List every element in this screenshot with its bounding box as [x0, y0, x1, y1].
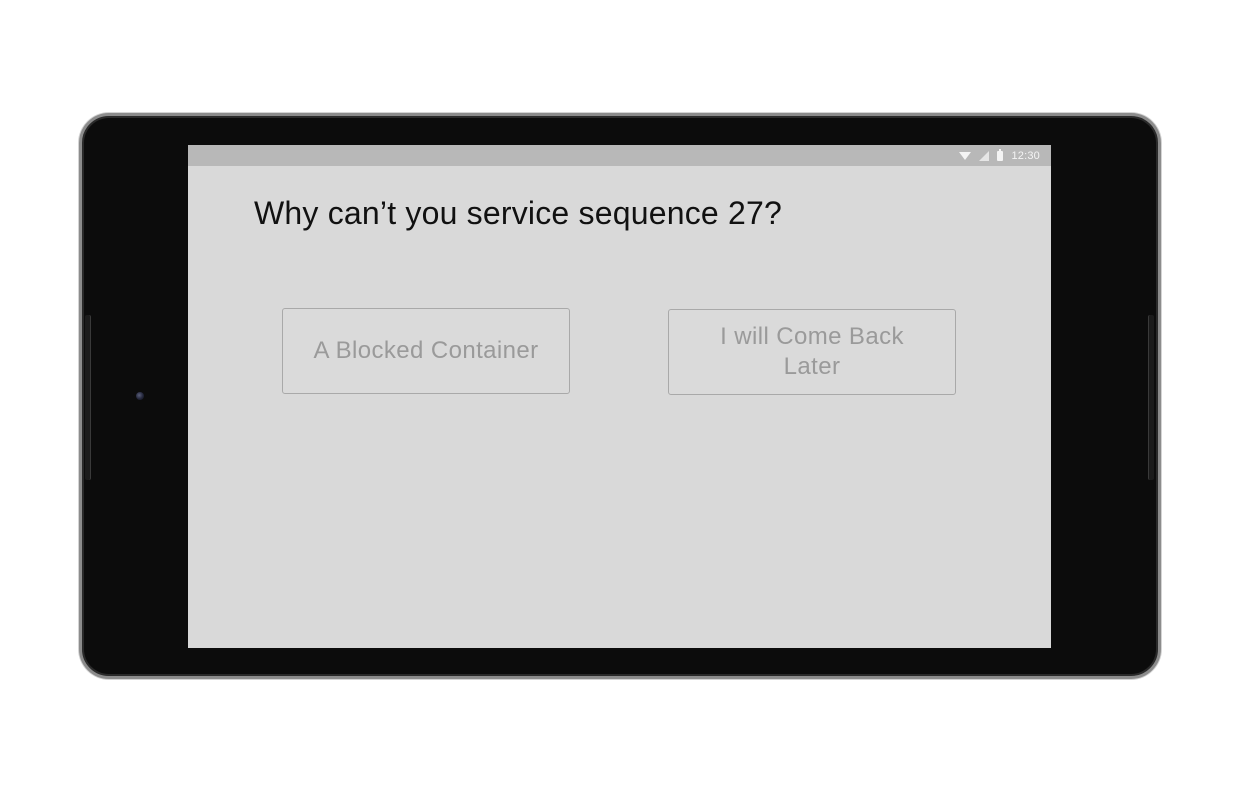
- front-camera-icon: [136, 392, 144, 400]
- battery-icon: [997, 148, 1004, 161]
- stage: 12:30 Why can’t you service sequence 27?…: [0, 0, 1244, 793]
- tablet-screen: 12:30 Why can’t you service sequence 27?…: [188, 145, 1051, 648]
- status-time: 12:30: [1011, 149, 1040, 162]
- tablet-side-button-left: [85, 315, 91, 480]
- wifi-icon: [959, 151, 972, 160]
- blocked-container-button[interactable]: A Blocked Container: [282, 308, 570, 394]
- blocked-container-button-label: A Blocked Container: [313, 337, 539, 364]
- question-title: Why can’t you service sequence 27?: [254, 195, 782, 231]
- come-back-later-button[interactable]: I will Come Back Later: [668, 309, 956, 395]
- status-bar: 12:30: [188, 145, 1051, 166]
- status-icons: 12:30: [959, 145, 1040, 166]
- come-back-later-button-label: I will Come Back Later: [720, 323, 904, 380]
- tablet-side-button-right: [1148, 315, 1154, 480]
- signal-icon: [979, 150, 990, 161]
